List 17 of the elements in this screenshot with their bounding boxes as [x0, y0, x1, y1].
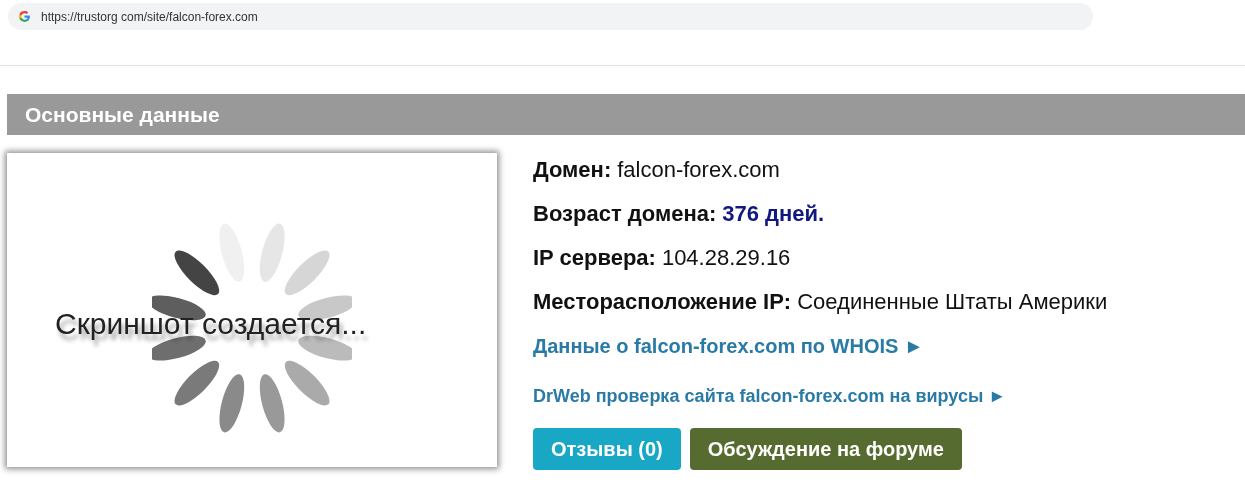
section-header: Основные данные [7, 94, 1245, 135]
field-label: Месторасположение IP: [533, 289, 792, 315]
link[interactable]: DrWeb проверка сайта falcon-forex.com на вирусы ► [533, 383, 1007, 410]
google-icon [18, 10, 31, 23]
address-bar[interactable]: https://trustorg com/site/falcon-forex.com [8, 3, 1093, 30]
field-value: 104.28.29.16 [661, 245, 791, 271]
placeholder-caption: Скриншот создается... [55, 306, 367, 342]
field-label: Возраст домена: [533, 201, 717, 227]
field-value: falcon-forex.com [617, 157, 780, 183]
field-label: IP сервера: [533, 245, 656, 271]
field-label: Домен: [533, 157, 612, 183]
forum-button[interactable]: Обсуждение на форуме [689, 428, 962, 470]
field-value: Соединенные Штаты Америки [797, 289, 1108, 315]
link[interactable]: Данные о falcon-forex.com по WHOIS ► [533, 331, 924, 361]
field-value: 376 дней. [722, 201, 825, 227]
reviews-button[interactable]: Отзывы (0) [533, 428, 681, 470]
url-text: https://trustorg com/site/falcon-forex.com [41, 8, 258, 26]
